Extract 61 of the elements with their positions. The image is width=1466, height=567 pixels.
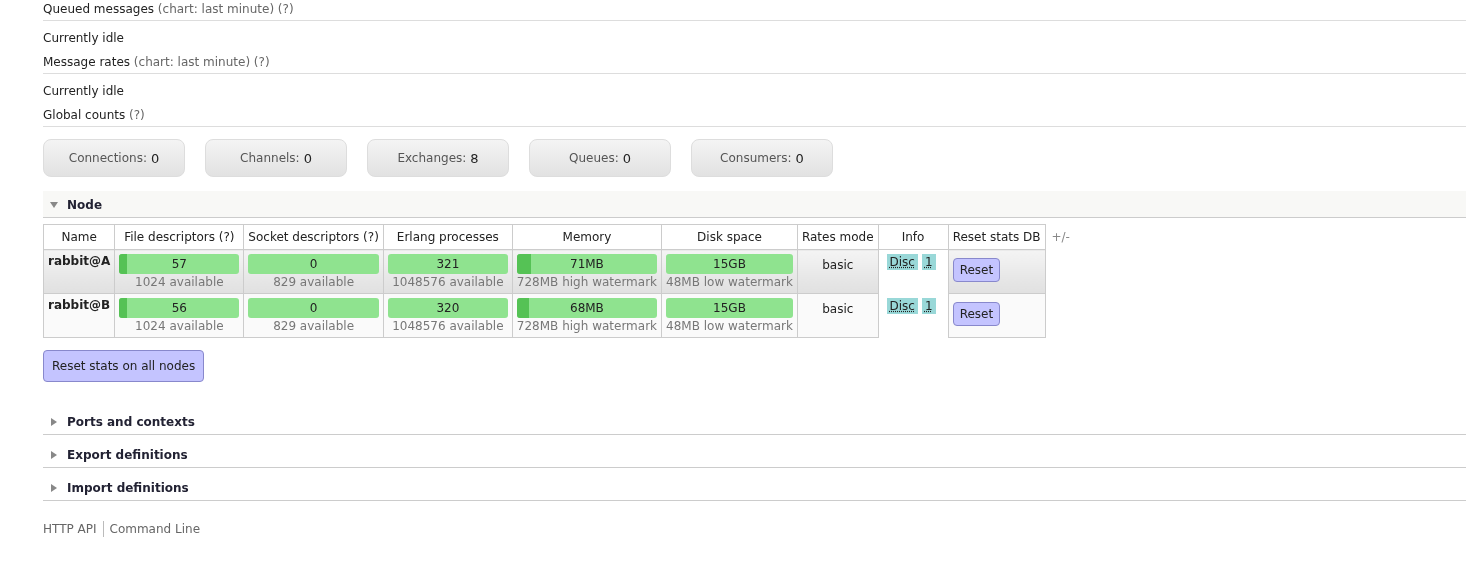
count-tile[interactable]: Channels: 0 <box>205 139 347 177</box>
usage-bar: 0 <box>248 254 379 274</box>
column-header: Name <box>43 224 115 250</box>
triangle-icon <box>49 483 59 493</box>
usage-bar: 320 <box>387 298 508 318</box>
footer-link[interactable]: Command Line <box>109 522 200 536</box>
column-header: Socket descriptors (?) <box>243 224 384 250</box>
availability-note: 1024 available <box>134 318 225 333</box>
reset-button[interactable]: Reset <box>952 258 1001 282</box>
column-header: Info <box>878 224 949 250</box>
usage-bar: 71MB <box>516 254 658 274</box>
chart-heading: Global counts (?) <box>43 108 145 122</box>
reset-all-button[interactable]: Reset stats on all nodes <box>43 350 205 382</box>
chart-heading: Message rates (chart: last minute) (?) <box>43 55 270 69</box>
triangle-icon <box>49 200 59 210</box>
section-header[interactable]: Import definitions <box>43 474 1466 501</box>
idle-status: Currently idle <box>43 30 125 47</box>
usage-bar: 321 <box>387 254 508 274</box>
column-header: Erlang processes <box>383 224 513 250</box>
availability-note: 1048576 available <box>391 274 505 289</box>
availability-note: 1024 available <box>134 274 225 289</box>
node-name: rabbit@A <box>43 249 115 294</box>
table-cell: basic <box>797 249 879 294</box>
count-tile[interactable]: Exchanges: 8 <box>367 139 509 177</box>
availability-note: 48MB low watermark <box>666 274 793 289</box>
availability-note: 829 available <box>272 274 356 289</box>
count-tile[interactable]: Consumers: 0 <box>691 139 833 177</box>
availability-note: 48MB low watermark <box>666 318 793 333</box>
column-header: Disk space <box>661 224 798 250</box>
availability-note: 829 available <box>272 318 356 333</box>
section-header[interactable]: Ports and contexts <box>43 408 1466 435</box>
usage-bar: 0 <box>248 298 379 318</box>
usage-bar: 57 <box>119 254 240 274</box>
count-tile[interactable]: Queues: 0 <box>529 139 671 177</box>
table-cell: basic <box>797 293 879 338</box>
info-tag: Disc <box>886 254 918 270</box>
usage-bar: 15GB <box>666 298 793 318</box>
triangle-icon <box>49 450 59 460</box>
section-header[interactable]: Node <box>43 191 1466 218</box>
availability-note: 728MB high watermark <box>516 318 658 333</box>
info-tag: 1 <box>922 254 936 270</box>
info-tag: Disc <box>886 297 918 314</box>
column-header: Reset stats DB <box>948 224 1045 250</box>
column-header: File descriptors (?) <box>114 224 244 250</box>
availability-note: 1048576 available <box>391 318 505 333</box>
column-header: Memory <box>512 224 662 250</box>
column-toggle[interactable]: +/- <box>1051 224 1070 244</box>
usage-bar: 68MB <box>516 298 658 318</box>
info-tag: 1 <box>922 297 936 314</box>
availability-note: 728MB high watermark <box>516 274 658 289</box>
count-tile[interactable]: Connections: 0 <box>43 139 185 177</box>
triangle-icon <box>49 417 59 427</box>
usage-bar: 56 <box>119 298 240 318</box>
idle-status: Currently idle <box>43 83 125 100</box>
section-header[interactable]: Export definitions <box>43 441 1466 468</box>
footer-link[interactable]: HTTP API <box>43 522 97 536</box>
chart-heading: Queued messages (chart: last minute) (?) <box>43 2 294 16</box>
node-name: rabbit@B <box>43 293 115 338</box>
usage-bar: 15GB <box>666 254 793 274</box>
reset-button[interactable]: Reset <box>952 302 1001 326</box>
column-header: Rates mode <box>797 224 879 250</box>
